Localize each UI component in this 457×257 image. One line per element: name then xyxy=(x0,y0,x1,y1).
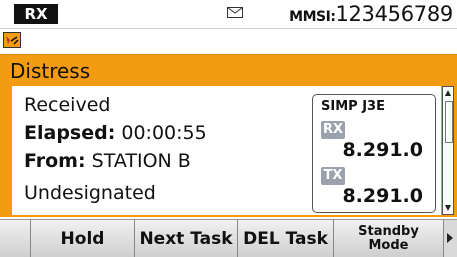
rx-frequency-tag: RX xyxy=(321,121,345,139)
content-frame: Received Elapsed: 00:00:55 From: STATION… xyxy=(0,84,457,217)
screen-title-bar: Distress xyxy=(0,54,457,85)
distress-info-panel: Received Elapsed: 00:00:55 From: STATION… xyxy=(12,86,441,215)
standby-mode-label-line2: Mode xyxy=(368,237,409,253)
tx-frequency-tag: TX xyxy=(321,167,345,185)
softkey-bar: Hold Next Task DEL Task Standby Mode xyxy=(0,219,457,257)
frequency-box: SIMP J3E RX 8.291.0 TX 8.291.0 xyxy=(312,94,436,213)
rx-mode-badge: RX xyxy=(14,4,58,24)
mmsi-label: MMSI: xyxy=(289,9,336,25)
standby-mode-label-line1: Standby xyxy=(358,223,419,239)
hold-button[interactable]: Hold xyxy=(30,220,134,257)
rx-frequency-value: 8.291.0 xyxy=(342,139,423,161)
indicator-row xyxy=(0,28,457,53)
elapsed-label: Elapsed: xyxy=(24,122,116,144)
scroll-down-arrow-icon[interactable] xyxy=(444,204,452,212)
page-title: Distress xyxy=(10,59,91,83)
from-value: STATION B xyxy=(91,150,191,172)
dsc-call-icon xyxy=(3,32,21,48)
softkey-blank xyxy=(0,220,30,257)
from-label: From: xyxy=(24,150,86,172)
next-task-button[interactable]: Next Task xyxy=(134,220,237,257)
distress-nature: Undesignated xyxy=(24,182,156,204)
call-status-text: Received xyxy=(24,94,111,116)
status-bar: RX MMSI:123456789 xyxy=(0,0,457,28)
mmsi-value: 123456789 xyxy=(335,2,453,26)
delete-task-button[interactable]: DEL Task xyxy=(237,220,333,257)
elapsed-value: 00:00:55 xyxy=(121,122,207,144)
from-station: From: STATION B xyxy=(24,150,191,172)
mmsi-display: MMSI:123456789 xyxy=(289,1,453,27)
frequency-mode: SIMP J3E xyxy=(321,99,385,114)
standby-mode-button[interactable]: Standby Mode xyxy=(333,220,444,257)
scroll-up-arrow-icon[interactable] xyxy=(444,89,452,97)
arrow-right-icon[interactable] xyxy=(446,232,454,244)
scrollbar[interactable] xyxy=(442,86,454,215)
tx-frequency-value: 8.291.0 xyxy=(342,185,423,207)
elapsed-time: Elapsed: 00:00:55 xyxy=(24,122,207,144)
scroll-thumb[interactable] xyxy=(445,101,453,143)
envelope-icon xyxy=(227,7,243,18)
